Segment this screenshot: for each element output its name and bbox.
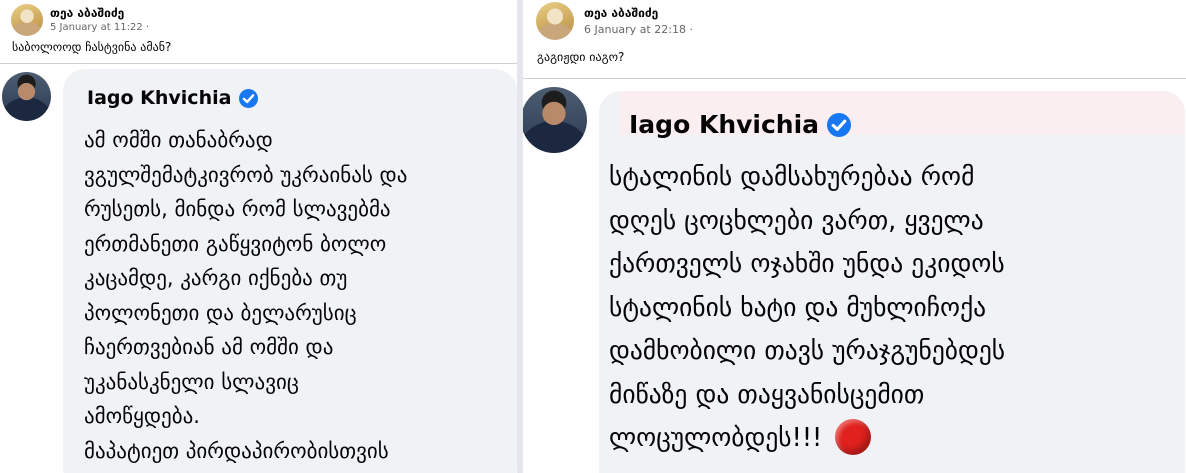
comment-text: ამ ომში თანაბრად ვგულშემატკივრობ უკრაინა… — [84, 128, 408, 463]
post-caption: საბოლოოდ ჩასტვინა ამან? — [12, 40, 172, 54]
author-block: თეა აბაშიძე 6 January at 22:18 · — [584, 4, 693, 38]
quoted-comment-screenshot: Iago Khvichia ამ ომში თანაბრად ვგულშემატ… — [0, 64, 517, 473]
post-meta: 5 January at 11:22 · — [50, 21, 149, 35]
author-name[interactable]: თეა აბაშიძე — [584, 4, 693, 22]
commenter-avatar — [523, 87, 587, 153]
author-name[interactable]: თეა აბაშიძე — [50, 5, 149, 21]
commenter-name-row: Iago Khvichia — [629, 110, 852, 139]
author-avatar[interactable] — [536, 2, 574, 40]
audience-separator: · — [145, 22, 150, 33]
post-timestamp[interactable]: 6 January at 22:18 — [584, 23, 686, 36]
post-header: თეა აბაშიძე 6 January at 22:18 · — [536, 2, 693, 40]
verified-badge-icon — [827, 112, 852, 137]
post-timestamp[interactable]: 5 January at 11:22 — [50, 22, 143, 33]
author-block: თეა აბაშიძე 5 January at 11:22 · — [50, 5, 149, 35]
comment-body: სტალინის დამსახურებაა რომ დღეს ცოცხლები … — [609, 156, 1181, 461]
post-caption: გაგიჟდი იაგო? — [537, 50, 625, 64]
left-post: თეა აბაშიძე 5 January at 11:22 · საბოლოო… — [0, 0, 517, 473]
red-circle-emoji — [835, 418, 872, 455]
commenter-avatar — [2, 72, 51, 121]
quoted-comment-screenshot: Iago Khvichia სტალინის დამსახურებაა რომ … — [523, 79, 1186, 473]
author-avatar[interactable] — [11, 4, 43, 36]
comment-text: სტალინის დამსახურებაა რომ დღეს ცოცხლები … — [609, 162, 1006, 453]
post-meta: 6 January at 22:18 · — [584, 22, 693, 38]
commenter-name-row: Iago Khvichia — [87, 87, 259, 109]
post-header: თეა აბაშიძე 5 January at 11:22 · — [11, 4, 149, 36]
audience-separator: · — [689, 23, 693, 36]
commenter-name: Iago Khvichia — [629, 110, 820, 139]
commenter-name: Iago Khvichia — [87, 87, 232, 109]
right-post: თეა აბაშიძე 6 January at 22:18 · გაგიჟდი… — [523, 0, 1186, 473]
verified-badge-icon — [239, 88, 259, 108]
